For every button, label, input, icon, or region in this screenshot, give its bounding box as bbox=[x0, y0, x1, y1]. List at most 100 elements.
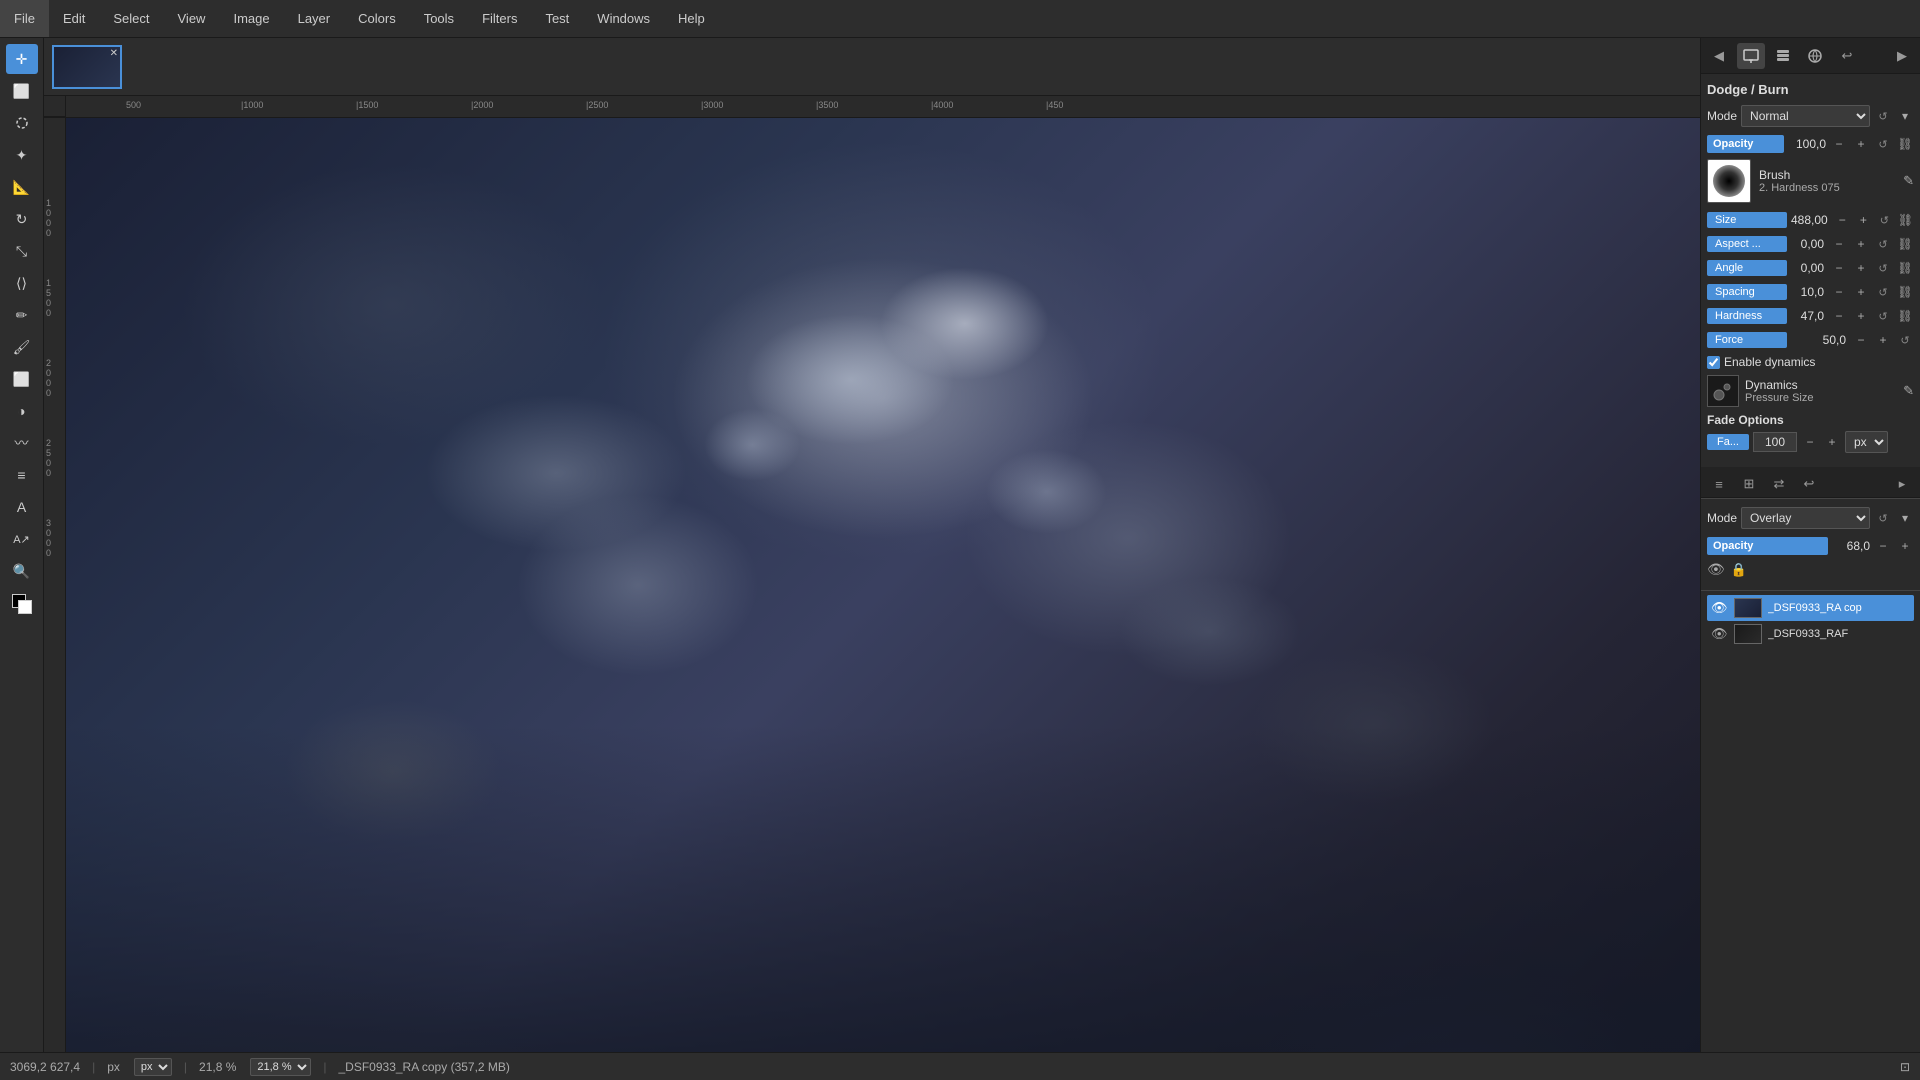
panel-nav-back[interactable]: ◀ bbox=[1705, 43, 1733, 69]
section-tab-undo[interactable]: ↩ bbox=[1795, 471, 1823, 497]
layer-1-visibility-icon[interactable]: 👁 bbox=[1711, 626, 1728, 642]
spacing-minus-icon[interactable]: − bbox=[1830, 283, 1848, 301]
enable-dynamics-checkbox[interactable] bbox=[1707, 356, 1720, 369]
section-tab-list[interactable]: ≡ bbox=[1705, 471, 1733, 497]
menu-filters[interactable]: Filters bbox=[468, 0, 531, 37]
tool-text-path[interactable]: A↗ bbox=[6, 524, 38, 554]
menu-file[interactable]: File bbox=[0, 0, 49, 37]
spacing-plus-icon[interactable]: + bbox=[1852, 283, 1870, 301]
force-plus-icon[interactable]: + bbox=[1874, 331, 1892, 349]
tool-paintbrush[interactable]: 🖌 bbox=[6, 332, 38, 362]
fade-unit-select[interactable]: px bbox=[1845, 431, 1888, 453]
layer-opacity-bar[interactable]: Opacity bbox=[1707, 537, 1828, 555]
aspect-plus-icon[interactable]: + bbox=[1852, 235, 1870, 253]
size-plus-icon[interactable]: + bbox=[1855, 211, 1872, 229]
force-minus-icon[interactable]: − bbox=[1852, 331, 1870, 349]
tool-dodge-burn[interactable]: ◑ bbox=[6, 396, 38, 426]
hardness-plus-icon[interactable]: + bbox=[1852, 307, 1870, 325]
panel-nav-channels[interactable] bbox=[1801, 43, 1829, 69]
tool-scale[interactable]: ⤡ bbox=[6, 236, 38, 266]
hardness-reset-icon[interactable]: ↺ bbox=[1874, 307, 1892, 325]
mode-expand-icon[interactable]: ▾ bbox=[1896, 107, 1914, 125]
opacity-link-icon[interactable]: ⛓ bbox=[1896, 135, 1914, 153]
tool-fuzzy-select[interactable]: ✦ bbox=[6, 140, 38, 170]
canvas[interactable] bbox=[66, 118, 1700, 1052]
force-reset-icon[interactable]: ↺ bbox=[1896, 331, 1914, 349]
thumbnail-item[interactable]: ✕ bbox=[52, 45, 122, 89]
section-tab-more[interactable]: ▸ bbox=[1888, 471, 1916, 497]
menu-layer[interactable]: Layer bbox=[284, 0, 345, 37]
tool-transform[interactable]: ⟨⟩ bbox=[6, 268, 38, 298]
layer-item-1[interactable]: 👁 _DSF0933_RAF bbox=[1707, 621, 1914, 647]
angle-link-icon[interactable]: ⛓ bbox=[1896, 259, 1914, 277]
spacing-reset-icon[interactable]: ↺ bbox=[1874, 283, 1892, 301]
mode-select[interactable]: Normal bbox=[1741, 105, 1870, 127]
angle-plus-icon[interactable]: + bbox=[1852, 259, 1870, 277]
tool-text[interactable]: A bbox=[6, 492, 38, 522]
menu-colors[interactable]: Colors bbox=[344, 0, 410, 37]
spacing-label-btn[interactable]: Spacing bbox=[1707, 284, 1787, 300]
menu-test[interactable]: Test bbox=[531, 0, 583, 37]
menu-edit[interactable]: Edit bbox=[49, 0, 99, 37]
tool-pencil[interactable]: ✏ bbox=[6, 300, 38, 330]
dynamics-preview[interactable] bbox=[1707, 375, 1739, 407]
fade-label-btn[interactable]: Fa... bbox=[1707, 434, 1749, 450]
fade-value-input[interactable] bbox=[1753, 432, 1797, 452]
layer-0-visibility-icon[interactable]: 👁 bbox=[1711, 600, 1728, 616]
layer-item-0[interactable]: 👁 _DSF0933_RA cop bbox=[1707, 595, 1914, 621]
tool-layers[interactable]: ≡ bbox=[6, 460, 38, 490]
fade-plus-icon[interactable]: + bbox=[1823, 433, 1841, 451]
dynamics-edit-icon[interactable]: ✎ bbox=[1903, 383, 1914, 399]
status-extra-btn[interactable]: ⊡ bbox=[1900, 1060, 1910, 1074]
size-link-icon[interactable]: ⛓ bbox=[1897, 211, 1914, 229]
menu-tools[interactable]: Tools bbox=[410, 0, 468, 37]
close-thumbnail-icon[interactable]: ✕ bbox=[110, 48, 118, 59]
hardness-minus-icon[interactable]: − bbox=[1830, 307, 1848, 325]
force-label-btn[interactable]: Force bbox=[1707, 332, 1787, 348]
zoom-select[interactable]: 21,8 % bbox=[250, 1058, 311, 1076]
layer-opacity-plus-icon[interactable]: + bbox=[1896, 537, 1914, 555]
size-label-btn[interactable]: Size bbox=[1707, 212, 1787, 228]
brush-preview[interactable] bbox=[1707, 159, 1751, 203]
tool-zoom[interactable]: 🔍 bbox=[6, 556, 38, 586]
size-minus-icon[interactable]: − bbox=[1834, 211, 1851, 229]
tool-erase[interactable]: ⬜ bbox=[6, 364, 38, 394]
lock-icon[interactable]: 🔒 bbox=[1731, 562, 1747, 578]
section-tab-grid[interactable]: ⊞ bbox=[1735, 471, 1763, 497]
tool-measure[interactable]: 📐 bbox=[6, 172, 38, 202]
section-tab-history[interactable]: ⇄ bbox=[1765, 471, 1793, 497]
menu-image[interactable]: Image bbox=[219, 0, 283, 37]
menu-windows[interactable]: Windows bbox=[583, 0, 664, 37]
opacity-reset-icon[interactable]: ↺ bbox=[1874, 135, 1892, 153]
layer-opacity-minus-icon[interactable]: − bbox=[1874, 537, 1892, 555]
tool-rotate[interactable]: ↻ bbox=[6, 204, 38, 234]
angle-label-btn[interactable]: Angle bbox=[1707, 260, 1787, 276]
angle-reset-icon[interactable]: ↺ bbox=[1874, 259, 1892, 277]
tool-move[interactable]: ✛ bbox=[6, 44, 38, 74]
aspect-link-icon[interactable]: ⛓ bbox=[1896, 235, 1914, 253]
angle-minus-icon[interactable]: − bbox=[1830, 259, 1848, 277]
opacity-minus-icon[interactable]: − bbox=[1830, 135, 1848, 153]
layer-mode-expand-icon[interactable]: ▾ bbox=[1896, 509, 1914, 527]
opacity-bar[interactable]: Opacity bbox=[1707, 135, 1784, 153]
layer-mode-select[interactable]: Overlay bbox=[1741, 507, 1870, 529]
menu-help[interactable]: Help bbox=[664, 0, 719, 37]
tool-smudge[interactable]: 〰 bbox=[6, 428, 38, 458]
panel-nav-layers-icon[interactable] bbox=[1769, 43, 1797, 69]
aspect-minus-icon[interactable]: − bbox=[1830, 235, 1848, 253]
enable-dynamics-checkbox-label[interactable]: Enable dynamics bbox=[1707, 355, 1815, 369]
opacity-plus-icon[interactable]: + bbox=[1852, 135, 1870, 153]
size-reset-icon[interactable]: ↺ bbox=[1876, 211, 1893, 229]
hardness-link-icon[interactable]: ⛓ bbox=[1896, 307, 1914, 325]
mode-reset-icon[interactable]: ↺ bbox=[1874, 107, 1892, 125]
panel-nav-display[interactable] bbox=[1737, 43, 1765, 69]
tool-free-select[interactable] bbox=[6, 108, 38, 138]
spacing-link-icon[interactable]: ⛓ bbox=[1896, 283, 1914, 301]
visibility-icon[interactable]: 👁 bbox=[1707, 561, 1725, 578]
tool-rectangle-select[interactable]: ⬜ bbox=[6, 76, 38, 106]
unit-select[interactable]: px bbox=[134, 1058, 172, 1076]
menu-select[interactable]: Select bbox=[99, 0, 163, 37]
tool-foreground-bg[interactable] bbox=[6, 588, 38, 618]
menu-view[interactable]: View bbox=[164, 0, 220, 37]
aspect-reset-icon[interactable]: ↺ bbox=[1874, 235, 1892, 253]
